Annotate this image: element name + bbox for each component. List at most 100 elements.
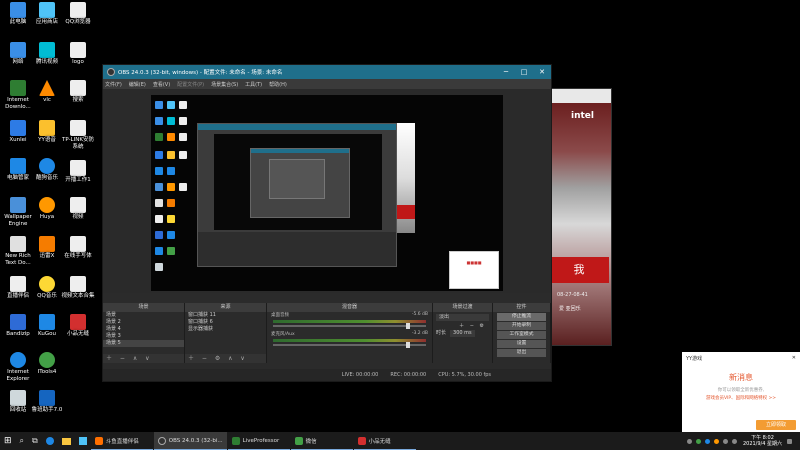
preview-icon [155,199,163,207]
desktop-icon-qq-browser[interactable]: QQ浏览器 [60,2,96,26]
tray-icon[interactable] [713,438,719,444]
notification-center-icon[interactable] [787,438,792,444]
transition-select[interactable]: 淡出 [436,314,489,321]
desktop-icon-video-text[interactable]: 视频文本合集 [60,276,96,300]
volume-slider[interactable] [273,323,426,329]
studio-mode-button[interactable]: 工作室模式 [497,331,546,339]
menu-scene-collection[interactable]: 场景集合(S) [211,81,238,88]
wechat-tray-icon[interactable] [695,438,701,444]
notification-popup: YY游戏 ✕ 新消息 你可以领取全新优惠券, 游戏会员VIP、国际和网络特权 >… [682,352,800,436]
source-item[interactable]: 窗口捕获 11 [185,312,266,319]
sources-toolbar[interactable]: ＋ − ⚙ ∧ ∨ [185,354,266,363]
scenes-toolbar[interactable]: ＋ − ∧ ∨ [103,354,184,363]
minimize-icon[interactable]: ─ [497,68,515,76]
menu-profile[interactable]: 配置文件(P) [177,81,204,88]
mixer-channel-db: -3.2 dB [411,331,428,336]
douyu-icon [94,436,103,445]
transitions-header: 场景过渡 [433,303,492,312]
desktop-icon-itools[interactable]: ITools4 [29,352,65,376]
vlc-cone-icon [39,80,55,96]
preview-icon [155,183,163,191]
scene-item[interactable]: 场景 2 [103,319,184,326]
obs-window-title: OBS 24.0.3 (32-bit, windows) - 配置文件: 未命名… [118,70,283,76]
duration-label: 时长 [436,330,447,336]
notification-claim-button[interactable]: 立即领取 [756,420,796,430]
mixer-channel-label: 桌面音频 [271,313,289,318]
file-explorer-icon[interactable] [58,432,75,450]
menu-tools[interactable]: 工具(T) [245,81,262,88]
desktop-icon-tplink[interactable]: TP-LINK安防系统 [60,120,96,150]
exit-button[interactable]: 退出 [497,349,546,357]
windows-start-icon[interactable]: ⊞ [0,432,16,450]
source-item[interactable]: 显示器捕获 [185,326,266,333]
taskbar-clock[interactable]: 下午 8:02 2021/9/4 星期六 [743,435,782,447]
store-icon[interactable] [75,432,91,450]
sources-dock: 来源 窗口捕获 11 窗口捕获 6 显示器捕获 ＋ − ⚙ ∧ ∨ [185,303,267,363]
obs-menubar: 文件(F) 编辑(E) 查看(V) 配置文件(P) 场景集合(S) 工具(T) … [103,79,551,89]
desktop-icon-logo[interactable]: logo [60,42,96,66]
search-icon[interactable]: ⌕ [16,432,28,450]
shield-icon [10,158,26,174]
network-icon [10,42,26,58]
obs-icon [157,436,166,445]
close-icon[interactable]: ✕ [533,68,551,76]
menu-file[interactable]: 文件(F) [105,81,122,88]
preview-icon [179,151,187,159]
file-icon [70,2,86,18]
tray-icon[interactable] [704,438,710,444]
desktop-icon-luban[interactable]: 鲁班助手7.0 [29,390,65,414]
taskbar: ⊞ ⌕ ⧉ 斗鱼直播伴侣 OBS 24.0.3 (32-bi... LivePr… [0,432,800,450]
desktop-icon-video[interactable]: 视频 [60,197,96,221]
file-icon [70,276,86,292]
obs-statusbar: LIVE: 00:00:00 REC: 00:00:00 CPU: 5.7%, … [103,369,551,381]
maximize-icon[interactable]: □ [515,68,533,76]
duration-input[interactable]: 300 ms [450,330,475,337]
liveprofessor-icon [231,436,240,445]
settings-button[interactable]: 设置 [497,340,546,348]
scene-item-selected[interactable]: 场景 5 [103,340,184,347]
taskbar-app-wechat[interactable]: 微信 [290,432,353,450]
volume-slider[interactable] [273,342,426,348]
obs-titlebar[interactable]: OBS 24.0.3 (32-bit, windows) - 配置文件: 未命名… [103,65,551,79]
task-view-icon[interactable]: ⧉ [28,432,42,450]
menu-edit[interactable]: 编辑(E) [129,81,146,88]
taskbar-app-douyu[interactable]: 斗鱼直播伴侣 [90,432,153,450]
close-icon[interactable]: ✕ [792,355,796,361]
start-recording-button[interactable]: 开始录制 [497,322,546,330]
taskbar-app-liveprofessor[interactable]: LiveProfessor [227,432,290,450]
edge-icon[interactable] [42,432,58,450]
notification-title: 新消息 [729,373,753,382]
stop-streaming-button[interactable]: 停止推流 [497,313,546,321]
notification-line2[interactable]: 游戏会员VIP、国际和网络特权 >> [682,395,800,401]
clock-date: 2021/9/4 星期六 [742,441,782,447]
rec-time: REC: 00:00:00 [390,372,427,378]
desktop-icon-stream-work[interactable]: 开播工作1 [60,160,96,184]
preview-icon [155,133,163,141]
volume-icon[interactable] [731,438,737,444]
preview-icon [179,117,187,125]
obs-preview-area: ■■■■ [103,89,551,293]
taskbar-app-obs[interactable]: OBS 24.0.3 (32-bi... [153,432,227,450]
file-icon [70,197,86,213]
transition-toolbar[interactable]: ＋ − ⚙ [433,323,492,330]
desktop-icon-search[interactable]: 搜索 [60,80,96,104]
scene-item[interactable]: 场景 [103,312,184,319]
file-icon [70,80,86,96]
desktop-icon-handwriting[interactable]: 在线手写体 [60,236,96,260]
desktop-icon-xiaopin[interactable]: 小品无缝 [60,314,96,338]
menu-view[interactable]: 查看(V) [153,81,170,88]
taskbar-app-xiaopin[interactable]: 小品无缝 [353,432,416,450]
background-links-text[interactable]: 爱 亚回乐 [559,305,581,312]
scene-item[interactable]: 场景 4 [103,326,184,333]
network-icon[interactable] [722,438,728,444]
scenes-dock: 场景 场景 场景 2 场景 4 场景 3 场景 5 ＋ − ∧ ∨ [103,303,185,363]
source-item[interactable]: 窗口捕获 6 [185,319,266,326]
menu-help[interactable]: 帮助(H) [269,81,287,88]
obs-preview-canvas[interactable]: ■■■■ [151,95,503,291]
mixer-channel-db: -5.6 dB [411,312,428,317]
intel-logo: intel [571,111,594,121]
mixer-channel-mic: 麦克风/Aux -3.2 dB [267,331,432,337]
tray-icon[interactable] [686,438,692,444]
scene-item[interactable]: 场景 3 [103,333,184,340]
red-banner-button[interactable]: 我 [549,257,609,283]
